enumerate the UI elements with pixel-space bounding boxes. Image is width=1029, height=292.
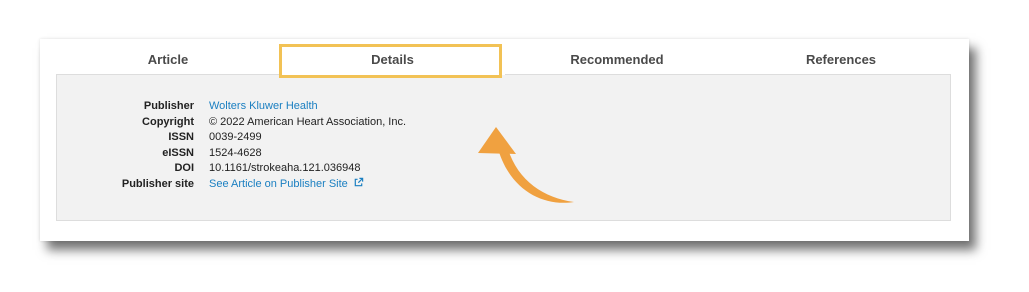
details-list: Publisher Wolters Kluwer Health Copyrigh… [57, 99, 952, 192]
publisher-row: Publisher Wolters Kluwer Health [57, 99, 952, 115]
screenshot-stage: Article Details Recommended References P… [0, 0, 1029, 292]
tab-recommended[interactable]: Recommended [505, 39, 729, 75]
tab-details[interactable]: Details [280, 39, 505, 75]
copyright-row: Copyright © 2022 American Heart Associat… [57, 115, 952, 131]
publisher-site-link[interactable]: See Article on Publisher Site [209, 177, 364, 194]
issn-row: ISSN 0039-2499 [57, 130, 952, 146]
copyright-value: © 2022 American Heart Association, Inc. [209, 115, 407, 128]
external-link-icon[interactable] [353, 177, 364, 194]
doi-label: DOI [174, 162, 194, 174]
details-card: Article Details Recommended References P… [40, 39, 969, 241]
eissn-value: 1524-4628 [209, 146, 262, 159]
details-panel: Publisher Wolters Kluwer Health Copyrigh… [56, 74, 951, 221]
tab-article[interactable]: Article [56, 39, 280, 75]
eissn-label: eISSN [162, 146, 194, 159]
issn-value: 0039-2499 [209, 131, 262, 143]
doi-row: DOI 10.1161/strokeaha.121.036948 [57, 161, 952, 177]
issn-label: ISSN [168, 131, 194, 143]
copyright-label: Copyright [142, 115, 194, 128]
tab-references[interactable]: References [729, 39, 953, 75]
eissn-row: eISSN 1524-4628 [57, 146, 952, 162]
publisher-label: Publisher [143, 100, 194, 112]
publisher-site-row: Publisher site See Article on Publisher … [57, 177, 952, 193]
publisher-link[interactable]: Wolters Kluwer Health [209, 99, 318, 115]
tab-bar: Article Details Recommended References [56, 39, 953, 75]
doi-value: 10.1161/strokeaha.121.036948 [209, 162, 361, 174]
publisher-site-label: Publisher site [121, 177, 194, 190]
publisher-site-link-text[interactable]: See Article on Publisher Site [209, 178, 348, 190]
